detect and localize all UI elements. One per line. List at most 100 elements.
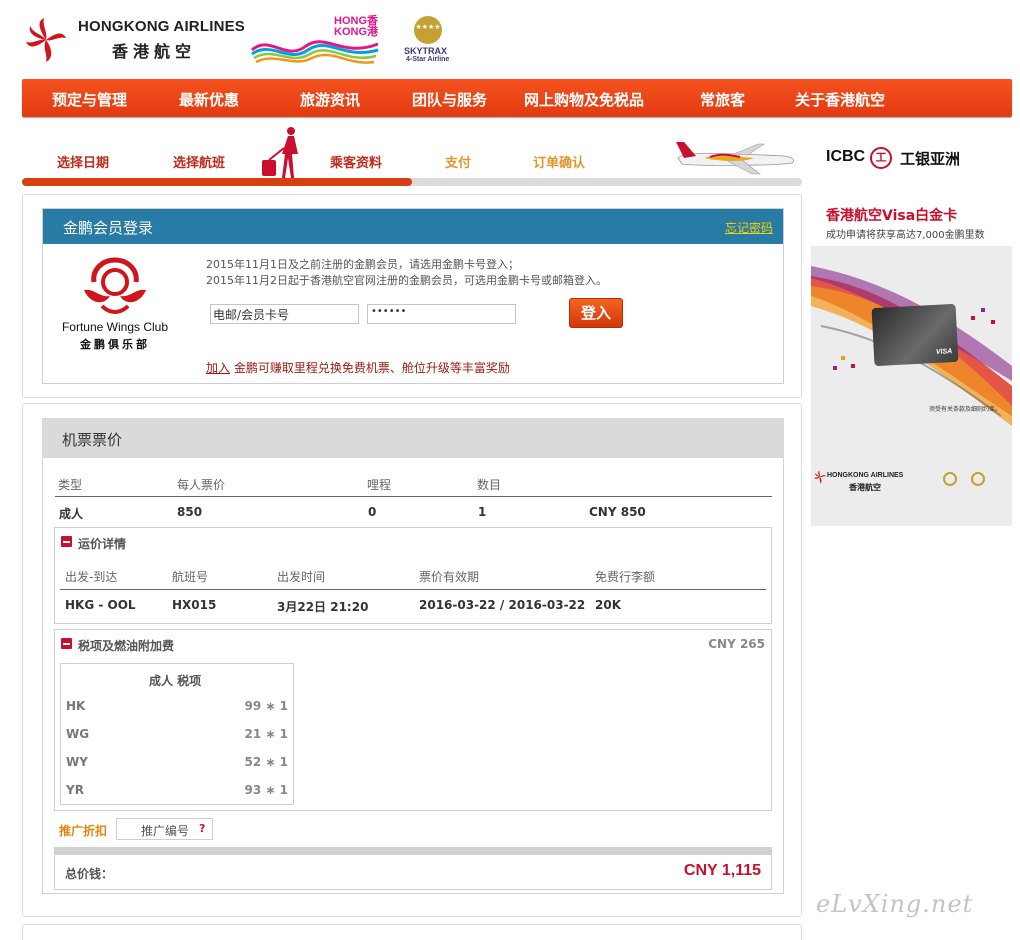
skytrax-label: SKYTRAX: [404, 46, 448, 56]
column-header-departure: 出发时间: [277, 570, 326, 584]
tax-code: YR: [66, 783, 84, 797]
visa-platinum-card-image: VISA: [871, 303, 959, 367]
fare-miles: 0: [368, 505, 377, 519]
baggage-allowance: 20K: [595, 598, 621, 612]
promo-help-icon[interactable]: ?: [199, 822, 205, 835]
member-login-panel: 金鹏会员登录 忘记密码 Fortune Wings Club 金鹏俱乐部 201…: [22, 194, 802, 398]
passenger-type: 成人: [59, 507, 84, 521]
nav-item-frequent-flyer[interactable]: 常旅客: [700, 89, 745, 110]
join-link[interactable]: 加入: [206, 361, 230, 375]
column-header-miles: 哩程: [367, 478, 392, 492]
tax-table-title: 成人 税项: [149, 674, 202, 688]
collapse-minus-icon[interactable]: [61, 536, 72, 547]
departure-time: 3月22日 21:20: [277, 600, 369, 614]
fortune-wings-name: Fortune Wings Club: [61, 320, 169, 334]
tax-code: WG: [66, 727, 90, 741]
promo-discount-label: 推广折扣: [59, 824, 108, 838]
ad-terms: 须受有关条款及细则约束。: [929, 406, 1002, 413]
taxes-section: 税项及燃油附加费 CNY 265 成人 税项 HK 99 ∗ 1 WG 21 ∗…: [54, 629, 772, 811]
fare-details-title[interactable]: 运价详情: [78, 535, 126, 552]
ad-title[interactable]: 香港航空Visa白金卡: [826, 205, 957, 225]
brand-name-en: HONGKONG AIRLINES: [78, 18, 246, 35]
nav-item-travel-info[interactable]: 旅游资讯: [300, 89, 360, 110]
total-price-label: 总价钱：: [65, 867, 114, 881]
icbc-text: ICBC: [826, 148, 866, 165]
step-payment: 支付: [445, 156, 472, 171]
brand-hong-kong-text: HONG香 KONG港: [334, 15, 378, 38]
flight-route: HKG - OOL: [65, 598, 136, 612]
fare-count: 1: [478, 505, 487, 519]
ad-footer-brand-cn: 香港航空: [849, 483, 881, 492]
airplane-icon: [676, 142, 794, 175]
collapse-minus-icon[interactable]: [61, 638, 72, 649]
visa-card-ad-banner[interactable]: VISA 须受有关条款及细则约束。 HONGKONG AIRLINES 香港航空: [811, 246, 1012, 526]
visa-logo-text: VISA: [935, 348, 953, 356]
watermark: eLvXing.net: [816, 890, 974, 918]
column-header-flight: 航班号: [172, 570, 209, 584]
column-header-count: 数目: [477, 478, 502, 492]
ad-subtitle: 成功申请将获享高达7,000金鹏里数: [826, 230, 985, 241]
tax-value: 99 ∗ 1: [244, 699, 288, 713]
step-select-date[interactable]: 选择日期: [57, 152, 109, 171]
column-header-type: 类型: [58, 478, 83, 492]
nav-item-booking[interactable]: 预定与管理: [52, 89, 127, 110]
password-input[interactable]: ••••••: [367, 304, 516, 324]
booking-steps: 选择日期 选择航班 乘客资料 支付 订单确认: [22, 126, 802, 190]
table-divider: [60, 589, 766, 590]
bauhinia-logo-icon: [26, 18, 66, 62]
member-login-box: 金鹏会员登录 忘记密码 Fortune Wings Club 金鹏俱乐部 201…: [42, 208, 784, 384]
email-member-id-input[interactable]: 电邮/会员卡号: [210, 304, 359, 324]
tax-code: WY: [66, 755, 88, 769]
total-section: 总价钱： CNY 1,115: [54, 855, 772, 890]
step-order-confirmation: 订单确认: [533, 156, 586, 171]
tax-code: HK: [66, 699, 86, 713]
partner-emblem-icon: [943, 472, 957, 486]
bauhinia-logo-icon: [814, 470, 826, 484]
table-divider: [55, 496, 772, 497]
ad-footer-brand-en: HONGKONG AIRLINES: [827, 472, 904, 479]
skytrax-rating: 4-Star Airline: [406, 56, 450, 63]
step-select-flight[interactable]: 选择航班: [173, 152, 225, 171]
fare-per-person: 850: [177, 505, 203, 519]
next-section-panel: [22, 924, 802, 940]
hongkong-airlines-logo[interactable]: HONGKONG AIRLINES 香港航空: [22, 14, 252, 66]
login-title: 金鹏会员登录: [63, 219, 154, 237]
login-button[interactable]: 登入: [569, 298, 623, 328]
fortune-wings-name-cn: 金鹏俱乐部: [80, 338, 150, 351]
traveler-figure-icon: [262, 127, 298, 178]
steps-progress-fill: [22, 178, 412, 186]
nav-item-about[interactable]: 关于香港航空: [795, 89, 885, 110]
tax-value: 21 ∗ 1: [244, 727, 288, 741]
skytrax-badge: ★★★★ SKYTRAX 4-Star Airline: [404, 14, 460, 64]
fortune-wings-emblem-icon: [84, 257, 146, 314]
login-note-1: 2015年11月1日及之前注册的金鹏会员，请选用金鹏卡号登入；: [206, 258, 519, 271]
column-header-validity: 票价有效期: [419, 570, 480, 584]
tax-table: 成人 税项 HK 99 ∗ 1 WG 21 ∗ 1 WY 52 ∗ 1 YR 9…: [60, 663, 294, 805]
login-header: 金鹏会员登录 忘记密码: [43, 209, 783, 244]
main-navigation: 预定与管理 最新优惠 旅游资讯 团队与服务 网上购物及免税品 常旅客 关于香港航…: [22, 79, 1012, 117]
brand-name-cn: 香港航空: [112, 42, 197, 61]
login-note-2: 2015年11月2日起于香港航空官网注册的金鹏会员，可选用金鹏卡号或邮箱登入。: [206, 274, 607, 287]
forgot-password-link[interactable]: 忘记密码: [725, 219, 773, 236]
star-icon: ★★★★: [415, 23, 441, 31]
nav-item-group-services[interactable]: 团队与服务: [412, 89, 487, 110]
join-benefits-text: 金鹏可赚取里程兑换免费机票、舱位升级等丰富奖励: [230, 361, 510, 375]
fare-details-section: 运价详情 出发-到达 航班号 出发时间 票价有效期 免费行李额 HKG - OO…: [54, 527, 772, 624]
fortune-wings-club-logo: Fortune Wings Club 金鹏俱乐部: [46, 254, 184, 354]
taxes-title[interactable]: 税项及燃油附加费: [78, 637, 174, 654]
flight-number: HX015: [172, 598, 217, 612]
tax-value: 93 ∗ 1: [244, 783, 288, 797]
fare-body: 类型 每人票价 哩程 数目 成人 850 0 1 CNY 850 运价详情 出发…: [42, 458, 784, 894]
step-passenger-info[interactable]: 乘客资料: [330, 152, 382, 171]
icbc-symbol-icon: 工: [870, 147, 892, 169]
icbc-asia-logo[interactable]: ICBC 工 工银亚洲: [826, 147, 976, 172]
taxes-total: CNY 265: [708, 637, 765, 651]
total-divider: [54, 847, 772, 855]
nav-item-shopping[interactable]: 网上购物及免税品: [524, 89, 644, 110]
total-price-value: CNY 1,115: [683, 862, 761, 879]
join-membership-text: 加入 金鹏可赚取里程兑换免费机票、舱位升级等丰富奖励: [206, 359, 510, 376]
column-header-price: 每人票价: [177, 478, 226, 492]
tax-value: 52 ∗ 1: [244, 755, 288, 769]
nav-item-offers[interactable]: 最新优惠: [179, 89, 239, 110]
fare-validity: 2016-03-22 / 2016-03-22: [419, 598, 586, 612]
